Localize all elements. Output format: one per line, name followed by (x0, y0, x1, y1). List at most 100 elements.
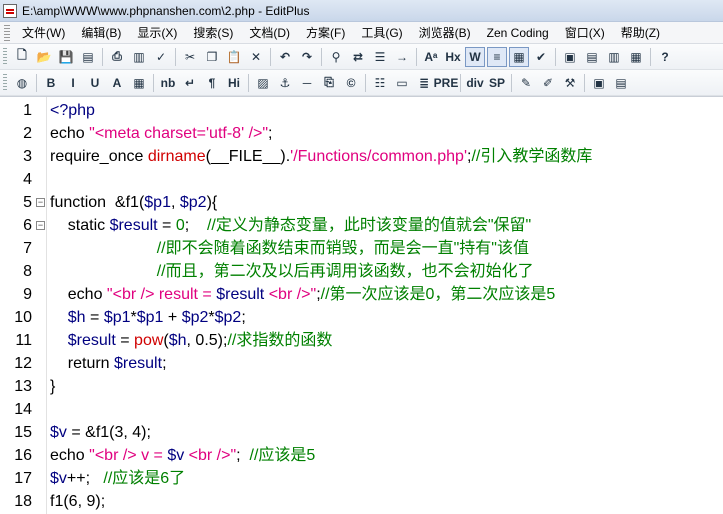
code-text[interactable]: //即不会随着函数结束而销毁，而是会一直"持有"该值 (50, 237, 529, 260)
find-in-files-icon[interactable]: ☰ (370, 47, 390, 67)
code-text[interactable]: function &f1($p1, $p2){ (50, 191, 217, 214)
fold-toggle[interactable]: − (36, 198, 45, 207)
toolbar-button-↵[interactable]: ↵ (180, 73, 200, 93)
code-text[interactable]: } (50, 375, 55, 398)
code-line[interactable]: 14 (0, 398, 723, 421)
frame-icon[interactable]: ▣ (589, 73, 609, 93)
hr-icon[interactable]: ─ (297, 73, 317, 93)
copyright-icon[interactable]: © (341, 73, 361, 93)
center-icon[interactable]: ≣ (414, 73, 434, 93)
code-line[interactable]: 3 require_once dirname(__FILE__).'/Functi… (0, 145, 723, 168)
form-icon[interactable]: ▭ (392, 73, 412, 93)
code-text[interactable]: $v++; //应该是6了 (50, 467, 185, 490)
code-line[interactable]: 1 <?php (0, 99, 723, 122)
menu-item-5[interactable]: 方案(F) (298, 23, 353, 43)
code-line[interactable]: 4 (0, 168, 723, 191)
spellcheck-icon[interactable]: ✓ (151, 47, 171, 67)
menu-item-9[interactable]: 窗口(X) (557, 23, 613, 43)
toolbar-button-i[interactable]: I (63, 73, 83, 93)
code-line[interactable]: 15 $v = &f1(3, 4); (0, 421, 723, 444)
view3-icon[interactable]: ▥ (604, 47, 624, 67)
menu-item-4[interactable]: 文档(D) (241, 23, 298, 43)
toolbar-grip[interactable] (3, 47, 7, 66)
code-line[interactable]: 13} (0, 375, 723, 398)
copy-icon[interactable]: ❐ (202, 47, 222, 67)
browser-icon[interactable]: ◍ (12, 73, 32, 93)
undo-icon[interactable]: ↶ (275, 47, 295, 67)
code-line[interactable]: 6− static $result = 0; //定义为静态变量，此时该变量的值… (0, 214, 723, 237)
anchor-icon[interactable]: ⚓ (275, 73, 295, 93)
code-text[interactable]: echo "<br /> result = $result <br />";//… (50, 283, 556, 306)
toolbar-grip[interactable] (3, 73, 7, 92)
code-text[interactable]: $v = &f1(3, 4); (50, 421, 151, 444)
code-line[interactable]: 5− function &f1($p1, $p2){ (0, 191, 723, 214)
menu-item-7[interactable]: 浏览器(B) (411, 23, 479, 43)
toolbar-button-u[interactable]: U (85, 73, 105, 93)
paste-icon[interactable]: 📋 (224, 47, 244, 67)
menu-item-10[interactable]: 帮助(Z) (613, 23, 668, 43)
menu-item-8[interactable]: Zen Coding (479, 23, 557, 43)
toolbar-button-pre[interactable]: PRE (434, 73, 459, 93)
code-line[interactable]: 2 echo "<meta charset='utf-8' />"; (0, 122, 723, 145)
tools-icon[interactable]: ⚒ (560, 73, 580, 93)
table-icon[interactable]: ▦ (129, 73, 149, 93)
toolbar-button-a[interactable]: A (107, 73, 127, 93)
goto-line-icon[interactable]: → (392, 47, 412, 67)
delete-icon[interactable]: ✕ (246, 47, 266, 67)
toolbar-button-sp[interactable]: SP (487, 73, 507, 93)
menu-item-1[interactable]: 编辑(B) (73, 23, 129, 43)
code-text[interactable]: f1(6, 9); (50, 490, 105, 513)
image-icon[interactable]: ▨ (253, 73, 273, 93)
find-icon[interactable]: ⚲ (326, 47, 346, 67)
code-text[interactable]: //而且，第二次及以后再调用该函数，也不会初始化了 (50, 260, 534, 283)
toolbar-button-div[interactable]: div (465, 73, 485, 93)
link-icon[interactable]: ⎘ (319, 73, 339, 93)
code-line[interactable]: 7 //即不会随着函数结束而销毁，而是会一直"持有"该值 (0, 237, 723, 260)
view2-icon[interactable]: ▤ (582, 47, 602, 67)
toolbar-button-¶[interactable]: ¶ (202, 73, 222, 93)
menu-item-0[interactable]: 文件(W) (14, 23, 73, 43)
code-line[interactable]: 11 $result = pow($h, 0.5);//求指数的函数 (0, 329, 723, 352)
save-all-icon[interactable]: ▤ (78, 47, 98, 67)
code-text[interactable]: require_once dirname(__FILE__).'/Functio… (50, 145, 592, 168)
column-marker-icon[interactable]: ▦ (509, 46, 529, 67)
code-text[interactable]: echo "<br /> v = $v <br />"; //应该是5 (50, 444, 315, 467)
menu-item-6[interactable]: 工具(G) (353, 23, 410, 43)
line-numbers-icon[interactable]: ≡ (487, 46, 507, 67)
new-icon[interactable]: 🗋 (12, 47, 32, 67)
code-line[interactable]: 16 echo "<br /> v = $v <br />"; //应该是5 (0, 444, 723, 467)
cut-icon[interactable]: ✂ (180, 47, 200, 67)
code-text[interactable]: $h = $p1*$p1 + $p2*$p2; (50, 306, 246, 329)
marker-icon[interactable]: ✐ (538, 73, 558, 93)
menu-item-3[interactable]: 搜索(S) (185, 23, 241, 43)
code-line[interactable]: 12 return $result; (0, 352, 723, 375)
print-preview-icon[interactable]: ▥ (129, 47, 149, 67)
view1-icon[interactable]: ▣ (560, 47, 580, 67)
code-editor[interactable]: 1 <?php 2 echo "<meta charset='utf-8' />"; 3… (0, 96, 723, 514)
edit-icon[interactable]: ✎ (516, 73, 536, 93)
code-line[interactable]: 10 $h = $p1*$p1 + $p2*$p2; (0, 306, 723, 329)
code-text[interactable]: $result = pow($h, 0.5);//求指数的函数 (50, 329, 333, 352)
code-text[interactable]: return $result; (50, 352, 167, 375)
code-line[interactable]: 9 echo "<br /> result = $result <br />";… (0, 283, 723, 306)
print-icon[interactable]: ⎙ (107, 47, 127, 67)
open-icon[interactable]: 📂 (34, 47, 54, 67)
code-line[interactable]: 17 $v++; //应该是6了 (0, 467, 723, 490)
panel-icon[interactable]: ▤ (611, 73, 631, 93)
code-line[interactable]: 18 f1(6, 9); (0, 490, 723, 513)
code-text[interactable]: static $result = 0; //定义为静态变量，此时该变量的值就会"… (50, 214, 531, 237)
replace-icon[interactable]: ⇄ (348, 47, 368, 67)
hex-icon[interactable]: Hx (443, 47, 463, 67)
fold-toggle[interactable]: − (36, 221, 45, 230)
word-wrap-icon[interactable]: W (465, 46, 485, 67)
code-text[interactable]: <?php (50, 99, 95, 122)
font-icon[interactable]: Aᵃ (421, 47, 441, 67)
menu-item-2[interactable]: 显示(X) (129, 23, 185, 43)
view4-icon[interactable]: ▦ (626, 47, 646, 67)
toolbar-button-hi[interactable]: Hi (224, 73, 244, 93)
toolbar-button-nb[interactable]: nb (158, 73, 178, 93)
list-icon[interactable]: ☷ (370, 73, 390, 93)
redo-icon[interactable]: ↷ (297, 47, 317, 67)
toolbar-button-b[interactable]: B (41, 73, 61, 93)
save-icon[interactable]: 💾 (56, 47, 76, 67)
